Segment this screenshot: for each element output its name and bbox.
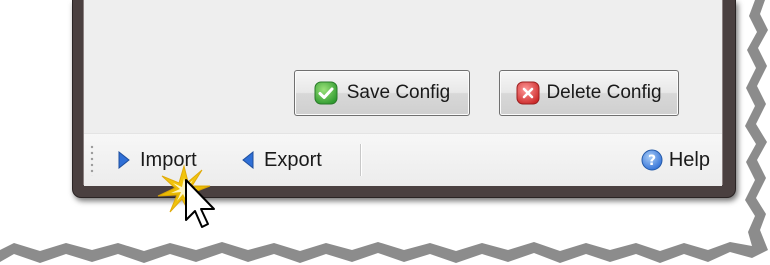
export-button[interactable]: Export [242,134,322,186]
green-check-icon [314,81,338,105]
save-config-label: Save Config [346,82,451,103]
export-label: Export [264,148,322,171]
toolbar-separator [360,144,361,176]
click-burst-icon [157,164,215,228]
arrow-left-icon [242,151,254,169]
arrow-right-icon [118,151,130,169]
save-config-button[interactable]: Save Config [294,70,470,116]
help-label: Help [668,148,710,171]
help-button[interactable]: ? Help [641,134,710,186]
help-question-icon: ? [641,149,663,171]
toolbar-grip[interactable] [90,144,94,176]
dialog-window: Save Config Delete Config Import Export … [83,0,723,186]
content-area: Save Config Delete Config [84,0,722,133]
delete-config-button[interactable]: Delete Config [499,70,679,116]
svg-text:?: ? [648,153,656,169]
delete-config-label: Delete Config [546,82,662,103]
red-x-icon [516,81,540,105]
